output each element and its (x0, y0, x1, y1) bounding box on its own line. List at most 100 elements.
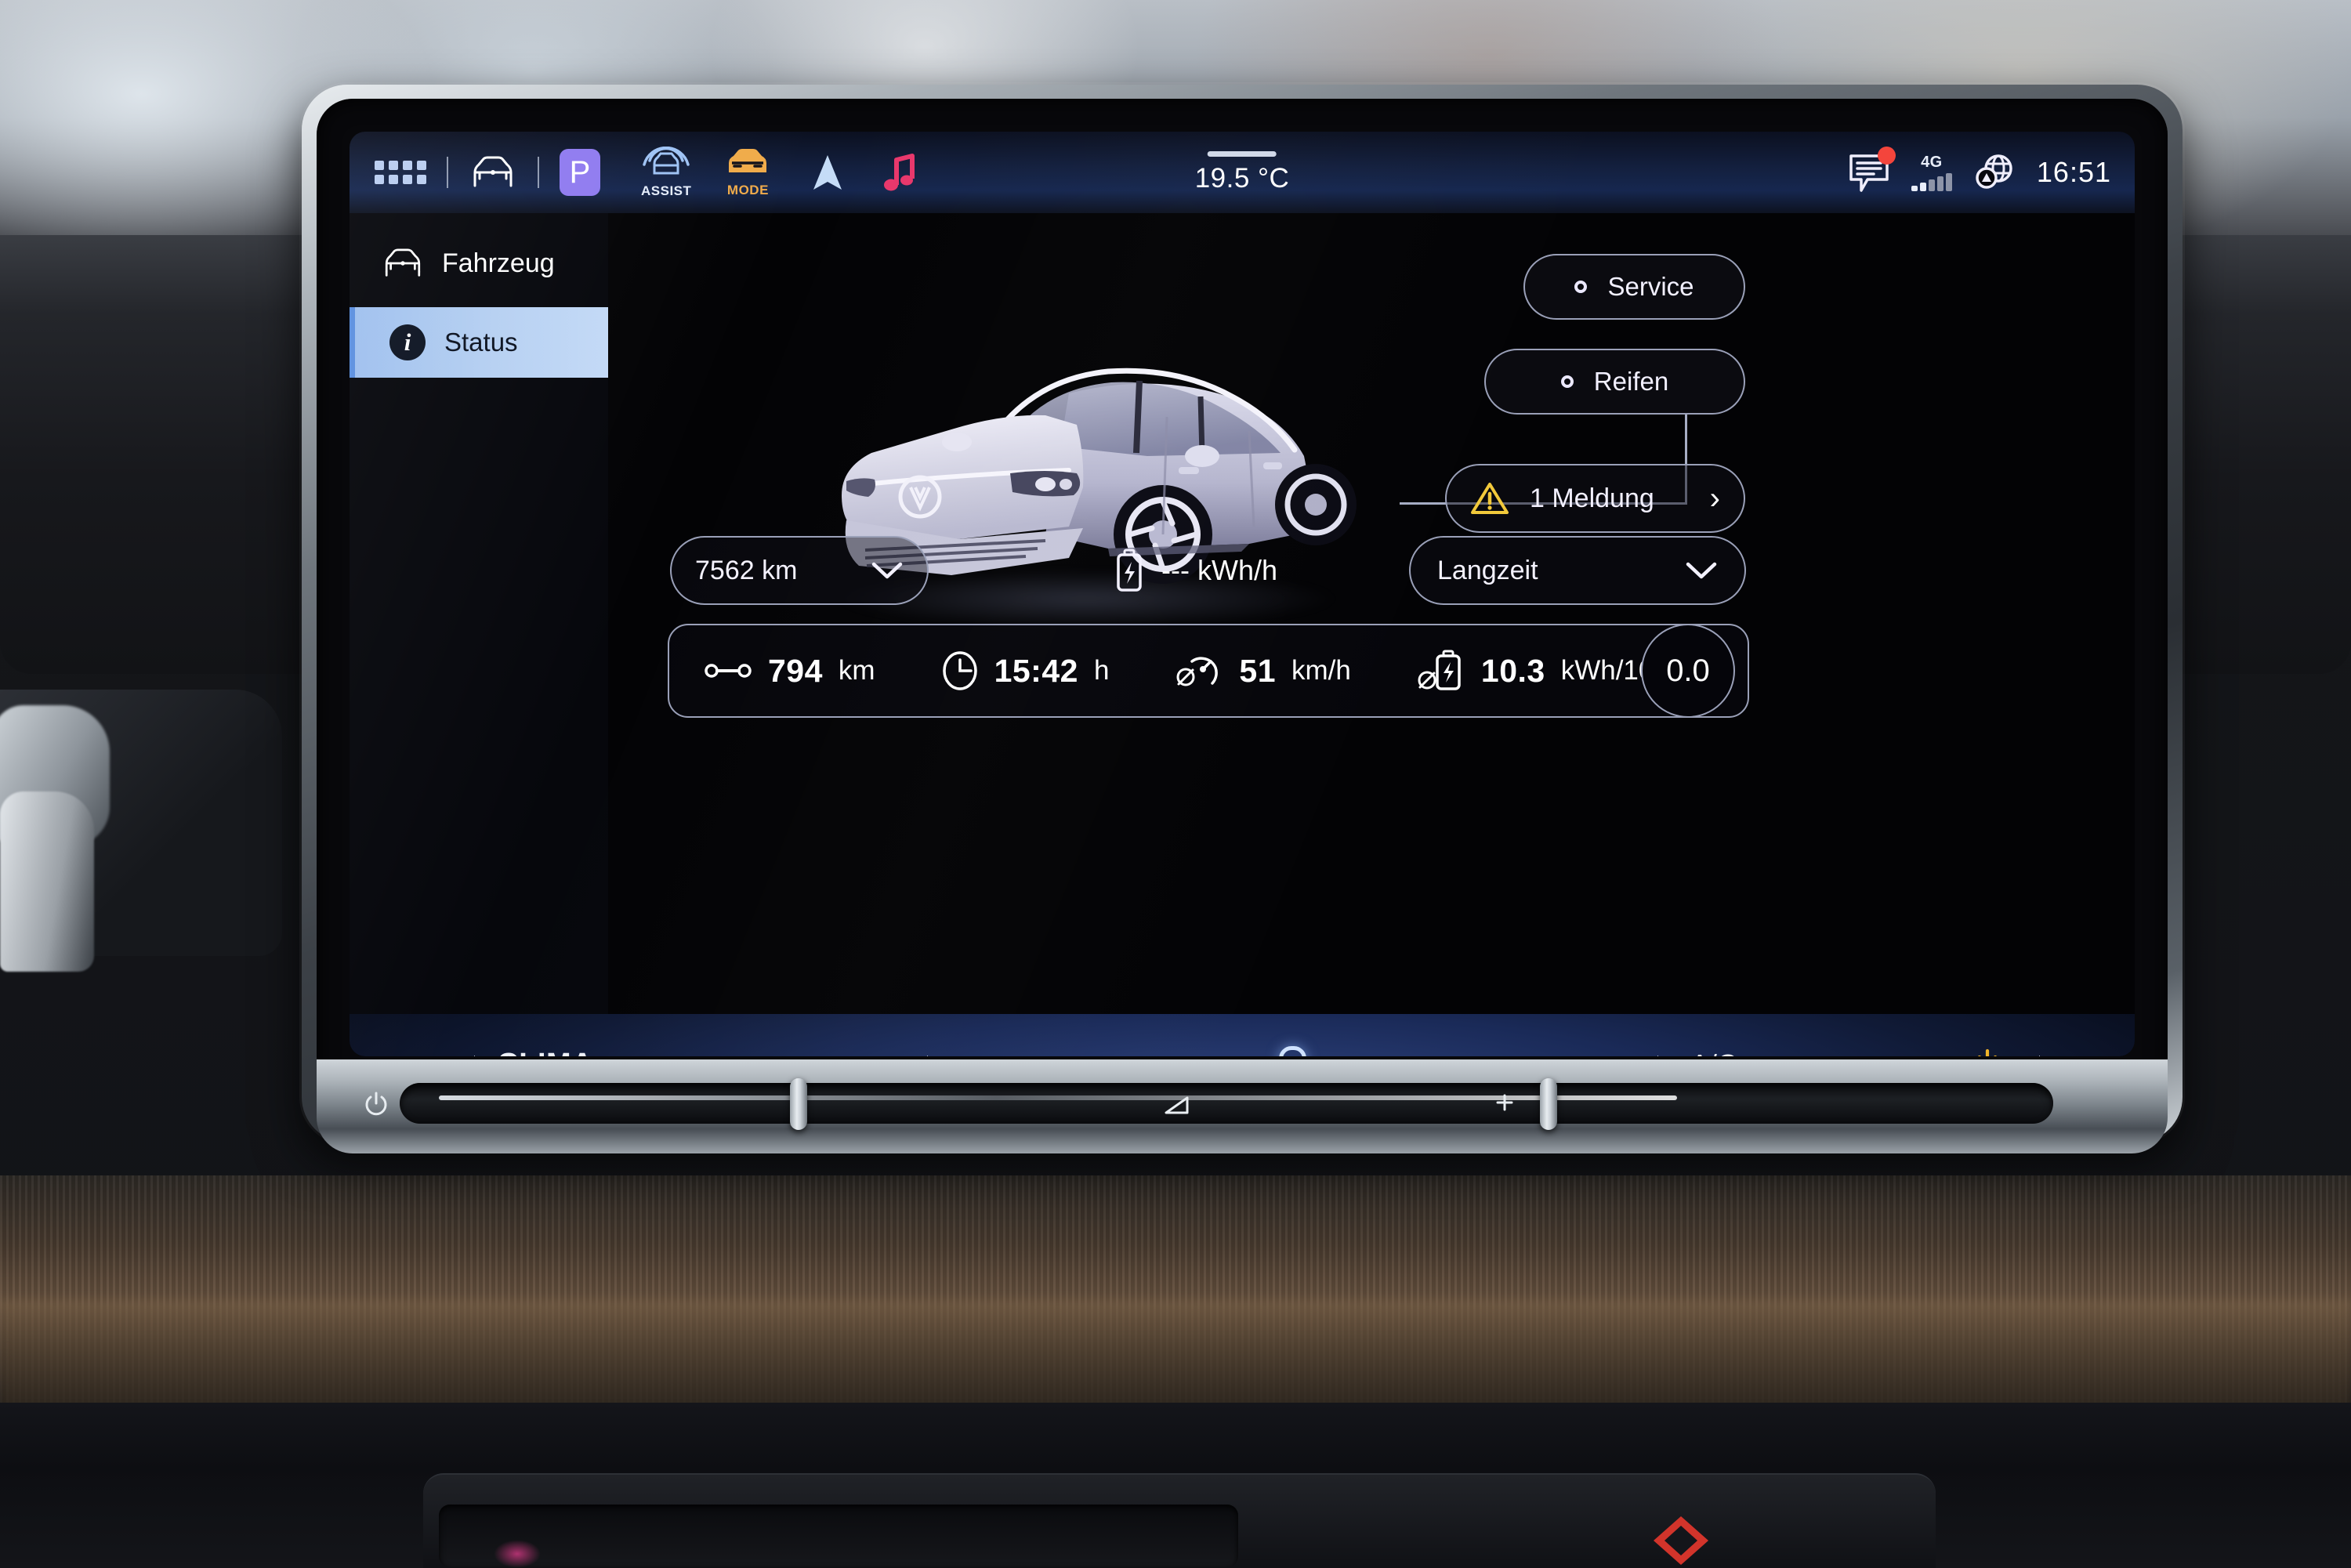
ac-max-line1: A/C (1690, 1050, 1737, 1056)
screen-body: Fahrzeug i Status Service Reifen 1 Meldu… (350, 213, 2135, 1056)
seat-heat-left-level[interactable] (1030, 1056, 1050, 1057)
stat-distance-unit: km (838, 655, 875, 686)
odometer-dropdown[interactable]: 7562 km (670, 536, 929, 605)
media-button[interactable] (881, 132, 918, 213)
avg-speed-icon (1176, 657, 1219, 686)
trip-mode-value: Langzeit (1437, 555, 1538, 585)
messages-alert-button[interactable]: 1 Meldung › (1445, 464, 1745, 533)
physical-slider-highlight (439, 1095, 1677, 1100)
music-note-icon (884, 154, 915, 191)
stat-average-speed: 51 km/h (1175, 650, 1351, 691)
sidebar: Fahrzeug i Status (350, 213, 608, 1056)
clock-time: 16:51 (2036, 156, 2111, 188)
seat-heat-icon (967, 1053, 1011, 1056)
avg-battery-icon (1418, 650, 1461, 690)
car-front-icon (385, 248, 421, 277)
status-divider-1 (447, 157, 448, 188)
stat-speed-value: 51 (1239, 652, 1277, 689)
stat-time: 15:42 h (941, 650, 1110, 691)
assist-button[interactable]: ASSIST (641, 132, 691, 213)
clock-icon (942, 651, 977, 690)
charge-rate-value: --- kWh/h (1161, 554, 1277, 586)
left-trim-highlight-secondary (0, 791, 94, 972)
charge-rate-indicator: --- kWh/h (1031, 541, 1360, 600)
hazard-light-button[interactable] (1654, 1516, 1708, 1565)
status-right-group: 4G 16:51 (1847, 132, 2111, 213)
volume-plus-icon[interactable] (1493, 1091, 1516, 1114)
volume-triangle-icon (1165, 1096, 1189, 1114)
grid-apps-icon (375, 161, 426, 184)
seat-heat-icon (1578, 1053, 1621, 1056)
outside-temperature: 19.5 °C (1194, 162, 1290, 194)
service-button[interactable]: Service (1523, 254, 1745, 320)
power-icon (1977, 1048, 1997, 1056)
assist-label: ASSIST (641, 183, 692, 198)
trip-mode-dropdown[interactable]: Langzeit (1409, 536, 1746, 605)
assist-icon (643, 146, 690, 174)
battery-bolt-icon (1117, 549, 1142, 592)
navigation-arrow-icon (813, 155, 842, 190)
clima-label: CLIMA (497, 1048, 593, 1057)
ac-max-button[interactable]: A/C MAX (1690, 1050, 1738, 1056)
vehicle-button[interactable] (469, 132, 517, 213)
globe-online-icon[interactable] (1972, 151, 2016, 194)
tires-button[interactable]: Reifen (1484, 349, 1745, 415)
circle-dot-icon (1574, 281, 1588, 293)
chevron-down-icon (1686, 562, 1717, 579)
seat-heat-right-level[interactable] (1538, 1056, 1559, 1057)
status-bar: P ASSIST MODE 19.5 °C 4G 16:51 (350, 132, 2135, 213)
stat-distance-value: 794 (768, 652, 823, 689)
stat-time-value: 15:42 (994, 652, 1078, 689)
clima-button[interactable]: CLIMA A/C OFF (497, 1048, 593, 1057)
climate-power-button[interactable] (1967, 1048, 2008, 1056)
stat-distance: 794 km (704, 653, 875, 690)
gear-park-badge: P (560, 149, 600, 196)
chevron-right-icon: › (1709, 481, 1720, 516)
warning-triangle-icon (1471, 483, 1509, 514)
drive-mode-icon (729, 148, 767, 172)
stat-speed-unit: km/h (1291, 655, 1351, 686)
service-button-label: Service (1607, 272, 1694, 301)
messages-button[interactable] (1847, 147, 1896, 194)
slider-knob-left[interactable] (790, 1078, 807, 1130)
sidebar-header-label: Fahrzeug (442, 248, 555, 278)
gear-indicator[interactable]: P (560, 132, 600, 213)
console-storage-slot (439, 1505, 1238, 1567)
sidebar-header: Fahrzeug (350, 213, 608, 279)
stat-score-circle[interactable]: 0.0 (1641, 624, 1735, 718)
trip-statistics-panel: 794 km 15:42 h 51 km/h 10.3 kWh/100km (668, 624, 1749, 718)
signal-bars-icon (1911, 173, 1952, 191)
main-content: Service Reifen 1 Meldung › 7562 km --- k… (608, 213, 2135, 1056)
messages-alert-label: 1 Meldung (1530, 483, 1654, 513)
odometer-value: 7562 km (695, 555, 798, 585)
chevron-down-icon (871, 562, 903, 579)
slider-knob-right[interactable] (1540, 1078, 1557, 1130)
climate-control-bar: OFF CLIMA A/C OFF AUTO A/C (350, 1014, 2135, 1056)
navigation-button[interactable] (810, 132, 845, 213)
tires-button-label: Reifen (1593, 367, 1669, 396)
status-divider-2 (538, 157, 539, 188)
route-distance-icon (705, 664, 752, 678)
stat-consumption-value: 10.3 (1480, 652, 1545, 689)
drive-mode-button[interactable]: MODE (723, 132, 773, 213)
physical-slider-groove[interactable] (400, 1083, 2053, 1124)
apps-grid-button[interactable] (375, 132, 426, 213)
car-front-icon (473, 156, 513, 187)
circle-dot-icon (1560, 375, 1574, 388)
status-center-group: 19.5 °C (1195, 132, 1290, 213)
rounded-square-icon[interactable] (1279, 1046, 1306, 1056)
sidebar-item-status[interactable]: i Status (350, 307, 608, 378)
infotainment-display: P ASSIST MODE 19.5 °C 4G 16:51 Fahrzeug … (350, 132, 2135, 1056)
stat-score-value: 0.0 (1666, 653, 1710, 688)
drag-handle[interactable] (1208, 150, 1277, 157)
console-ambient-light (494, 1540, 541, 1568)
stat-time-unit: h (1093, 655, 1110, 686)
drive-mode-label: MODE (726, 182, 769, 197)
display-power-icon[interactable] (362, 1091, 390, 1119)
seat-heat-left-button[interactable] (967, 1053, 1011, 1056)
message-badge (1877, 147, 1896, 165)
seat-heat-right-button[interactable] (1578, 1053, 1621, 1056)
network-type-label: 4G (1921, 154, 1943, 171)
cellular-signal[interactable]: 4G (1911, 154, 1952, 191)
info-circle-icon: i (389, 324, 426, 360)
